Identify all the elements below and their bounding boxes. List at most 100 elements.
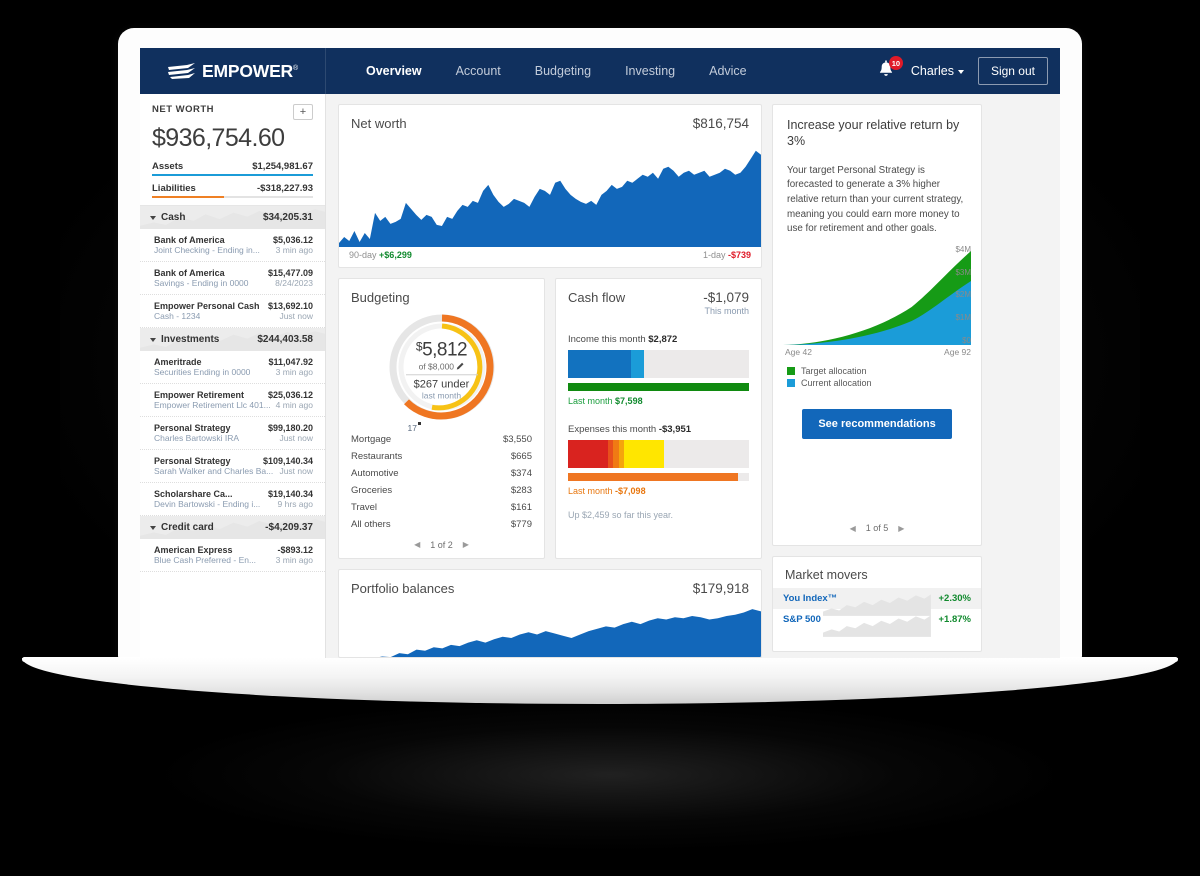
account-subtitle: Devin Bartowski - Ending i... — [154, 499, 261, 509]
budget-category-amount: $161 — [510, 501, 532, 513]
budget-total-label[interactable]: of $8,000 — [405, 361, 478, 375]
recommendation-prev-button[interactable]: ◀ — [850, 524, 856, 533]
account-subtitle: Savings - Ending in 0000 — [154, 278, 249, 288]
net-worth-area-chart[interactable] — [339, 135, 761, 247]
see-recommendations-button[interactable]: See recommendations — [802, 408, 952, 439]
recommendation-next-button[interactable]: ▶ — [898, 524, 904, 533]
account-row[interactable]: Bank of America $15,477.09 Savings - Endin… — [140, 262, 325, 295]
brand-logo-area[interactable]: EMPOWER® — [140, 48, 326, 94]
budget-category-row[interactable]: Automotive $374 — [339, 465, 544, 482]
account-updated-time: Just now — [279, 433, 313, 443]
assets-value: $1,254,981.67 — [252, 161, 313, 172]
nav-item-budgeting[interactable]: Budgeting — [535, 64, 591, 78]
recommendation-body: Your target Personal Strategy is forecas… — [787, 164, 964, 235]
market-mover-row[interactable]: You Index™ +2.30% — [773, 588, 981, 616]
account-group-amount: -$4,209.37 — [265, 522, 313, 533]
chevron-down-icon — [150, 525, 156, 530]
account-row[interactable]: Personal Strategy $109,140.34 Sarah Walker… — [140, 450, 325, 483]
portfolio-area-chart[interactable] — [339, 600, 761, 658]
laptop-shadow — [160, 700, 1060, 850]
legend-item-target: Target allocation — [773, 365, 981, 377]
account-row[interactable]: Empower Personal Cash $13,692.10 Cash - 12… — [140, 295, 325, 328]
account-subtitle: Securities Ending in 0000 — [154, 367, 251, 377]
budget-donut-chart[interactable]: $5,812 of $8,000 $267 under last month 1… — [339, 311, 544, 433]
liabilities-row[interactable]: Liabilities -$318,227.93 — [140, 183, 325, 198]
account-row[interactable]: Personal Strategy $99,180.20 Charles Barto… — [140, 417, 325, 450]
market-movers-title: Market movers — [785, 568, 868, 582]
account-group-name: Cash — [161, 212, 186, 223]
cash-flow-card: Cash flow -$1,079 This month Income this… — [555, 277, 762, 559]
allocation-projection-chart[interactable]: $4M $3M $2M $1M $0 — [773, 237, 981, 345]
account-name: Scholarshare Ca... — [154, 489, 233, 499]
assets-label: Assets — [152, 161, 184, 172]
budget-category-row[interactable]: Restaurants $665 — [339, 448, 544, 465]
budgeting-card-header: Budgeting — [339, 279, 544, 309]
budget-donut-center: $5,812 of $8,000 $267 under last month — [397, 339, 487, 400]
budget-category-row[interactable]: Groceries $283 — [339, 482, 544, 499]
account-group-name: Investments — [161, 334, 220, 345]
budgeting-next-button[interactable]: ▶ — [463, 540, 469, 549]
allocation-chart-y-tick: $3M — [955, 267, 971, 277]
allocation-projection-svg — [783, 250, 971, 345]
allocation-chart-y-tick: $2M — [955, 290, 971, 300]
account-balance: $13,692.10 — [267, 301, 313, 311]
expenses-bar[interactable] — [568, 439, 749, 468]
budget-day-dot-icon — [417, 421, 421, 425]
sidebar: NET WORTH + $936,754.60 Assets $1,254,98… — [140, 94, 326, 658]
income-bar[interactable] — [568, 349, 749, 378]
budget-category-row[interactable]: All others $779 — [339, 516, 544, 533]
notifications-button[interactable]: 10 — [877, 56, 903, 82]
brand-name: EMPOWER® — [202, 60, 298, 81]
net-worth-card: Net worth $816,754 90-day +$6,299 1-day … — [338, 104, 762, 268]
account-balance: -$893.12 — [277, 545, 313, 555]
budget-category-label: Travel — [351, 501, 378, 513]
cash-flow-card-title: Cash flow — [568, 289, 626, 305]
recommendation-page-label: 1 of 5 — [865, 523, 889, 533]
account-group-header[interactable]: Cash $34,205.31 — [140, 206, 325, 229]
budget-category-row[interactable]: Travel $161 — [339, 499, 544, 516]
chevron-down-icon — [150, 215, 156, 220]
income-last-month-label: Last month $7,598 — [568, 395, 643, 406]
account-updated-time: 3 min ago — [275, 367, 313, 377]
net-worth-90day-value: +$6,299 — [379, 250, 412, 260]
portfolio-card-header: Portfolio balances $179,918 — [339, 570, 761, 600]
pencil-icon — [457, 362, 464, 370]
net-worth-1day-value: -$739 — [727, 250, 751, 260]
allocation-chart-x-start: Age 42 — [785, 346, 812, 357]
add-account-button[interactable]: + — [293, 104, 313, 120]
user-menu[interactable]: Charles — [911, 64, 964, 78]
account-row[interactable]: American Express -$893.12 Blue Cash Prefer… — [140, 539, 325, 572]
wave-logo-icon — [168, 63, 196, 79]
sign-out-button[interactable]: Sign out — [977, 57, 1048, 85]
budgeting-prev-button[interactable]: ◀ — [414, 540, 420, 549]
liabilities-label: Liabilities — [152, 183, 196, 194]
account-row[interactable]: Ameritrade $11,047.92 Securities Ending in… — [140, 351, 325, 384]
budget-category-label: All others — [351, 518, 391, 530]
account-group-header[interactable]: Investments $244,403.58 — [140, 328, 325, 351]
legend-swatch-current — [787, 378, 795, 387]
nav-item-advice[interactable]: Advice — [709, 64, 747, 78]
nav-item-account[interactable]: Account — [456, 64, 501, 78]
market-mover-change: +1.87% — [938, 614, 972, 625]
account-row[interactable]: Empower Retirement $25,036.12 Empower Reti… — [140, 384, 325, 417]
cash-flow-amount-block: -$1,079 This month — [703, 290, 749, 316]
allocation-chart-x-labels: Age 42 Age 92 — [773, 345, 981, 357]
cash-flow-amount: -$1,079 — [703, 289, 749, 305]
account-row[interactable]: Bank of America $5,036.12 Joint Checking -… — [140, 229, 325, 262]
assets-row[interactable]: Assets $1,254,981.67 — [140, 161, 325, 176]
nav-item-overview[interactable]: Overview — [366, 64, 422, 78]
account-updated-time: 8/24/2023 — [275, 278, 313, 288]
allocation-legend: Target allocation Current allocation — [773, 365, 981, 389]
net-worth-header: NET WORTH + — [140, 94, 325, 120]
account-name: Bank of America — [154, 268, 225, 278]
nav-item-investing[interactable]: Investing — [625, 64, 675, 78]
top-navigation-bar: EMPOWER® Overview Account Budgeting Inve… — [140, 48, 1060, 94]
legend-item-current: Current allocation — [773, 377, 981, 389]
market-mover-row[interactable]: S&P 500 +1.87% — [773, 609, 981, 637]
account-row[interactable]: Scholarshare Ca... $19,140.34 Devin Bartow… — [140, 483, 325, 516]
content-left-column: Net worth $816,754 90-day +$6,299 1-day … — [338, 104, 762, 658]
budget-category-row[interactable]: Mortgage $3,550 — [339, 431, 544, 448]
account-group-header[interactable]: Credit card -$4,209.37 — [140, 516, 325, 539]
account-updated-time: 3 min ago — [275, 245, 313, 255]
net-worth-amount: $936,754.60 — [152, 124, 285, 152]
